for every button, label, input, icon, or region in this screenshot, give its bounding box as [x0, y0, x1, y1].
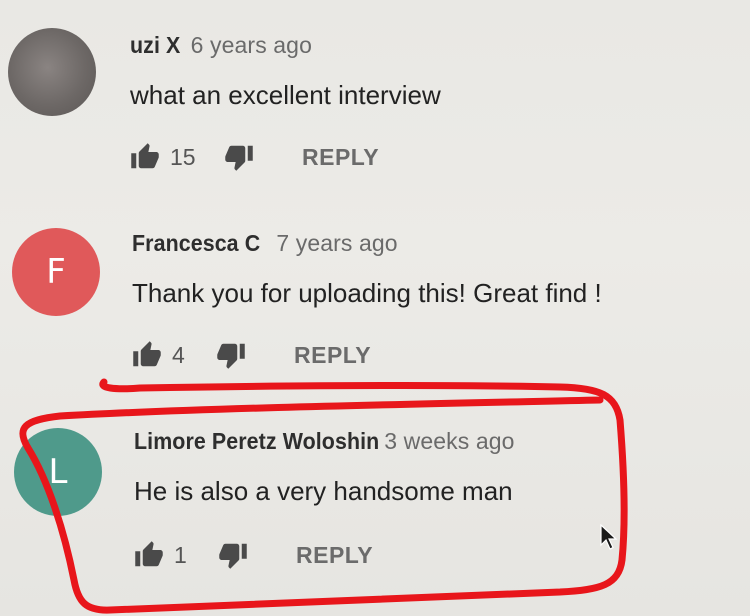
comment-author[interactable]: uzi X — [130, 32, 180, 59]
avatar[interactable] — [8, 28, 96, 116]
like-count: 1 — [174, 541, 187, 568]
like-count: 15 — [170, 143, 196, 170]
thumbs-down-icon[interactable] — [218, 540, 248, 570]
comment-header: uzi X 6 years ago — [130, 32, 312, 59]
comment-text: Thank you for uploading this! Great find… — [132, 278, 602, 308]
thumbs-down-icon[interactable] — [224, 142, 254, 172]
comment-text: He is also a very handsome man — [134, 476, 513, 506]
comment-author[interactable]: Francesca C — [132, 230, 260, 257]
comment-actions: 1 REPLY — [134, 540, 373, 570]
comment-header: Limore Peretz Woloshin 3 weeks ago — [134, 428, 515, 455]
comment-timestamp[interactable]: 6 years ago — [191, 32, 312, 58]
comment-actions: 4 REPLY — [132, 340, 371, 370]
comment-header: Francesca C 7 years ago — [132, 230, 398, 257]
comment-actions: 15 REPLY — [130, 142, 379, 172]
avatar[interactable]: F — [12, 228, 100, 316]
thumbs-up-icon[interactable] — [132, 340, 162, 370]
comment-text: what an excellent interview — [130, 80, 441, 110]
comment-author[interactable]: Limore Peretz Woloshin — [134, 428, 379, 455]
reply-button[interactable]: REPLY — [296, 542, 373, 569]
comment-timestamp[interactable]: 7 years ago — [276, 230, 397, 256]
thumbs-down-icon[interactable] — [216, 340, 246, 370]
mouse-cursor-icon — [600, 524, 618, 550]
thumbs-up-icon[interactable] — [130, 142, 160, 172]
comment-timestamp[interactable]: 3 weeks ago — [384, 428, 514, 454]
avatar[interactable]: L — [14, 428, 102, 516]
reply-button[interactable]: REPLY — [294, 342, 371, 369]
thumbs-up-icon[interactable] — [134, 540, 164, 570]
reply-button[interactable]: REPLY — [302, 144, 379, 171]
like-count: 4 — [172, 341, 185, 368]
